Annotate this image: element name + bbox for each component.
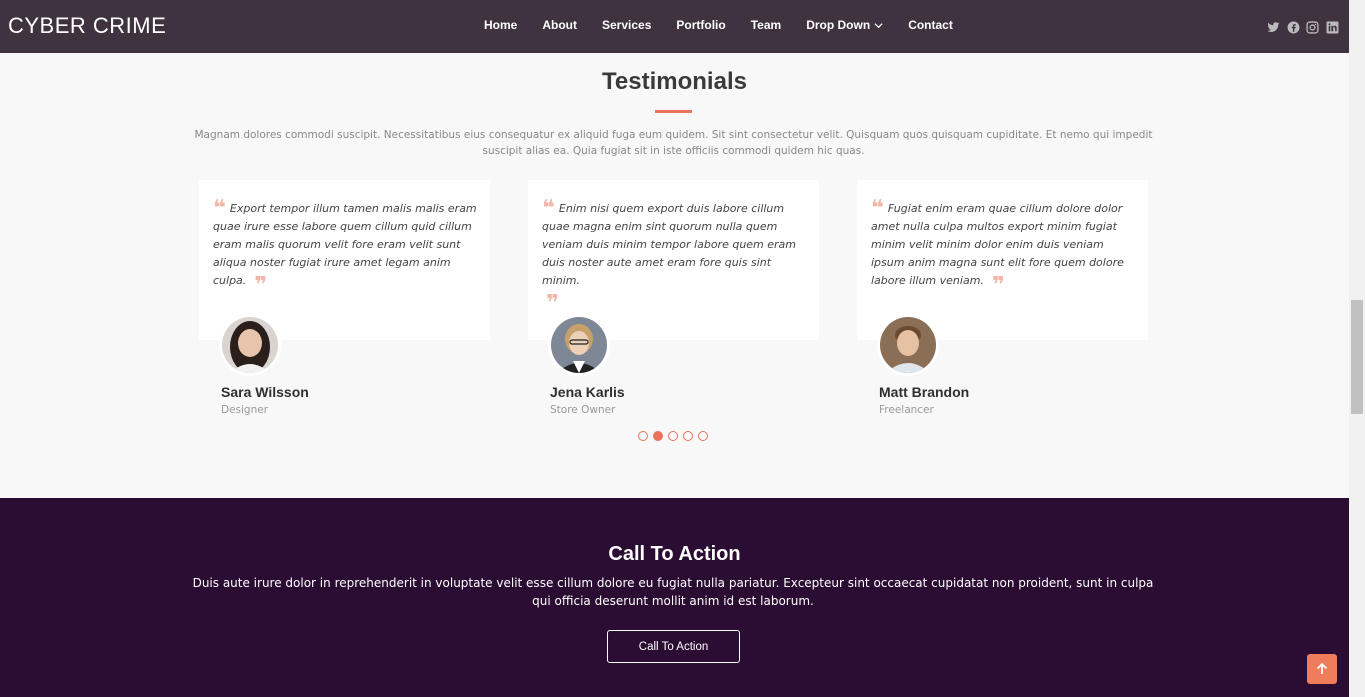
person-name: Sara Wilsson [221, 384, 309, 400]
quote-close-icon: ❞ [991, 273, 1005, 298]
nav-services[interactable]: Services [602, 18, 651, 32]
nav-home[interactable]: Home [484, 18, 517, 32]
chevron-down-icon [874, 22, 883, 28]
main-nav: Home About Services Portfolio Team Drop … [484, 18, 978, 32]
testimonial-quote: ❝ Export tempor illum tamen malis malis e… [213, 198, 479, 298]
person-name: Jena Karlis [550, 384, 625, 400]
nav-contact[interactable]: Contact [908, 18, 953, 32]
pagination-dot[interactable] [698, 431, 708, 441]
twitter-icon[interactable] [1267, 19, 1280, 32]
linkedin-icon[interactable] [1326, 19, 1339, 34]
arrow-up-icon [1316, 662, 1328, 674]
scrollbar-thumb[interactable] [1351, 300, 1363, 414]
avatar [219, 314, 281, 376]
quote-text: Export tempor illum tamen malis malis er… [213, 202, 477, 287]
testimonial-quote: ❝ Enim nisi quem export duis labore cillu… [542, 198, 808, 316]
nav-team[interactable]: Team [751, 18, 781, 32]
instagram-icon[interactable] [1306, 19, 1319, 34]
pagination-dot[interactable] [668, 431, 678, 441]
facebook-icon[interactable] [1287, 19, 1300, 34]
person-role: Store Owner [550, 404, 616, 416]
quote-close-icon: ❞ [254, 273, 268, 298]
cta-title: Call To Action [608, 543, 741, 565]
pagination-dot-active[interactable] [653, 431, 663, 441]
quote-text: Enim nisi quem export duis labore cillum… [542, 202, 797, 287]
avatar [877, 314, 939, 376]
person-name: Matt Brandon [879, 384, 970, 400]
cta-button[interactable]: Call To Action [607, 630, 740, 663]
carousel-pagination [638, 431, 713, 441]
nav-about[interactable]: About [542, 18, 577, 32]
site-header: CYBER CRIME Home About Services Portfoli… [0, 0, 1349, 53]
quote-open-icon: ❝ [871, 196, 884, 221]
pagination-dot[interactable] [683, 431, 693, 441]
nav-dropdown-label: Drop Down [806, 18, 871, 32]
nav-portfolio[interactable]: Portfolio [676, 18, 725, 32]
nav-dropdown[interactable]: Drop Down [806, 18, 883, 32]
social-links [1267, 19, 1345, 34]
cta-text: Duis aute irure dolor in reprehenderit i… [192, 576, 1154, 608]
page-scrollbar[interactable] [1349, 0, 1365, 697]
title-underline [655, 110, 692, 113]
person-role: Designer [221, 404, 269, 416]
quote-open-icon: ❝ [213, 196, 226, 221]
site-logo[interactable]: CYBER CRIME [8, 13, 166, 39]
person-role: Freelancer [879, 404, 934, 416]
section-intro: Magnam dolores commodi suscipit. Necessi… [194, 129, 1153, 157]
testimonial-quote: ❝ Fugiat enim eram quae cillum dolore dol… [871, 198, 1137, 298]
back-to-top-button[interactable] [1307, 654, 1337, 684]
quote-close-icon: ❞ [546, 291, 559, 316]
section-title: Testimonials [602, 68, 747, 95]
quote-open-icon: ❝ [542, 196, 555, 221]
cta-section: Call To Action Duis aute irure dolor in … [0, 498, 1349, 697]
pagination-dot[interactable] [638, 431, 648, 441]
avatar [548, 314, 610, 376]
